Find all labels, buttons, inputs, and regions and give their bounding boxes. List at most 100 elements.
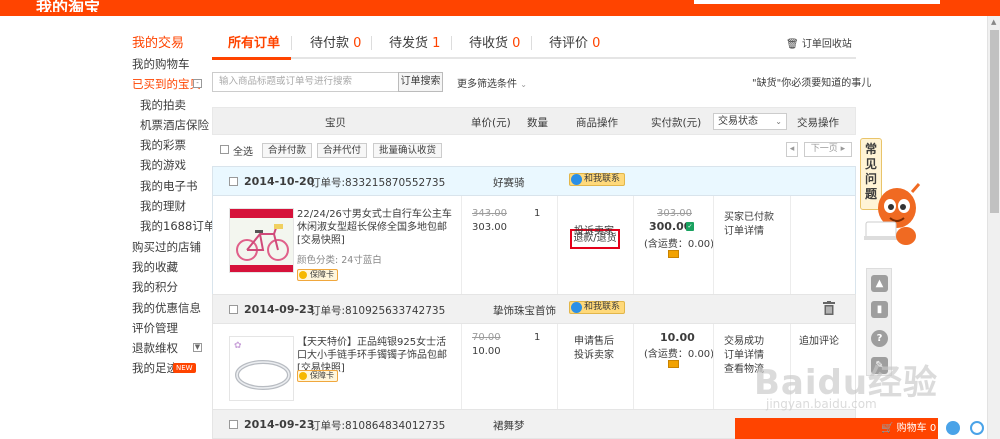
sidebar-item-ebooks[interactable]: 我的电子书 — [132, 176, 212, 196]
sidebar-item-shops[interactable]: 购买过的店铺 — [132, 237, 212, 257]
sidebar-item-travel[interactable]: 机票酒店保险 — [132, 115, 212, 135]
merge-proxy-pay-button[interactable]: 合并代付 — [317, 143, 368, 158]
sidebar-item-label: 我的彩票 — [140, 138, 186, 153]
prev-page-button[interactable]: ◂ — [786, 142, 798, 157]
sidebar-item-cart[interactable]: 我的购物车 — [132, 54, 212, 74]
sidebar-item-label: 我的拍卖 — [140, 97, 186, 112]
sidebar-item-footprints[interactable]: 我的足迹 NEW — [132, 358, 212, 378]
delete-order-icon[interactable] — [823, 301, 835, 315]
shipping-fee: (含运费：0.00) — [644, 349, 715, 360]
order-card: 2014-10-20 订单号:833215870552735 好赛骑 和我联系 … — [212, 166, 856, 296]
chat-assistant-icon[interactable] — [946, 421, 960, 435]
track-shipment-link[interactable]: 查看物流 — [724, 360, 764, 375]
product-thumbnail[interactable] — [229, 208, 294, 273]
order-number-value: 833215870552735 — [345, 177, 446, 189]
merge-pay-button[interactable]: 合并付款 — [262, 143, 313, 158]
shop-name-link[interactable]: 好赛骑 — [493, 175, 525, 190]
after-sale-link[interactable]: 申请售后 — [574, 332, 614, 347]
sidebar-item-label: 我的1688订单 — [140, 219, 216, 234]
active-tab-indicator — [212, 57, 291, 60]
help-icon[interactable]: ? — [871, 330, 888, 347]
shop-name-link[interactable]: 挚饰珠宝首饰 — [493, 303, 556, 318]
settings-icon[interactable] — [970, 421, 984, 435]
tab-pending-receipt[interactable]: 待收货 0 — [469, 32, 520, 51]
recycle-bin-link[interactable]: 🗑 订单回收站 — [786, 35, 852, 50]
guarantee-icon — [299, 271, 307, 279]
complain-seller-link[interactable]: 投诉卖家 — [574, 346, 614, 361]
sidebar-item-1688[interactable]: 我的1688订单 — [132, 216, 216, 236]
cart-bar[interactable]: 🛒 购物车 0 — [735, 418, 938, 439]
contact-seller-button[interactable]: 和我联系 — [569, 301, 626, 314]
order-search-input[interactable]: 输入商品标题或订单号进行搜索 — [212, 72, 400, 92]
top-search-box[interactable] — [694, 0, 940, 4]
shop-name-link[interactable]: 裙舞梦 — [493, 418, 525, 433]
sidebar-item-auction[interactable]: 我的拍卖 — [132, 95, 212, 115]
more-filters-toggle[interactable]: 更多筛选条件 ⌄ — [457, 75, 527, 90]
next-page-button[interactable]: 下一页 ▸ — [804, 142, 852, 157]
order-number: 订单号:810925633742735 — [310, 303, 445, 318]
sidebar-item-label: 我的游戏 — [140, 158, 186, 173]
column-divider — [633, 196, 634, 295]
sidebar-item-label: 我的购物车 — [132, 57, 190, 71]
sidebar-item-finance[interactable]: 我的理财 — [132, 196, 212, 216]
batch-actions: 全选 合并付款 合并代付 批量确认收货 ◂ 下一页 ▸ — [212, 140, 856, 162]
tab-label: 待收货 — [469, 36, 509, 51]
sidebar-item-lottery[interactable]: 我的彩票 — [132, 135, 212, 155]
scrollbar-thumb[interactable] — [990, 30, 999, 213]
add-review-link[interactable]: 追加评论 — [799, 332, 839, 347]
order-status: 交易成功 — [724, 336, 764, 347]
sidebar-item-reviews[interactable]: 评价管理 — [132, 318, 212, 338]
scroll-up-icon[interactable]: ▲ — [991, 18, 996, 26]
col-unit-price: 单价(元) — [471, 117, 511, 129]
order-tabs: 所有订单 待付款 0 待发货 1 待收货 0 待评价 0 🗑 订单回收站 — [212, 26, 856, 59]
collapse-toggle-icon[interactable]: - — [193, 79, 202, 89]
mascot-icon[interactable] — [862, 180, 924, 248]
bracelet-image: ✿ — [230, 337, 293, 400]
order-checkbox[interactable] — [229, 177, 238, 186]
tab-pending-review[interactable]: 待评价 0 — [549, 32, 600, 51]
order-number-value: 810864834012735 — [345, 420, 446, 432]
sidebar-item-label: 我的电子书 — [140, 178, 198, 193]
expand-toggle-icon[interactable]: ▼ — [193, 343, 202, 353]
sidebar-item-points[interactable]: 我的积分 — [132, 277, 212, 297]
sidebar-item-favorites[interactable]: 我的收藏 — [132, 257, 212, 277]
sidebar-item-refunds[interactable]: 退款维权 ▼ — [132, 338, 212, 358]
batch-confirm-button[interactable]: 批量确认收货 — [373, 143, 443, 158]
tab-label: 待付款 — [310, 36, 350, 51]
site-logo[interactable]: 我的淘宝 — [36, 0, 126, 12]
product-title-link[interactable]: 22/24/26寸男女式士自行车公主车休闲淑女型超长保修全国多地包邮 [交易快照… — [297, 208, 455, 247]
report-icon[interactable]: ▮ — [871, 301, 888, 318]
guarantee-card-badge[interactable]: 保障卡 — [297, 269, 338, 281]
select-all-label: 全选 — [233, 147, 253, 158]
mobile-order-icon: ✓ — [686, 222, 694, 231]
select-all-checkbox[interactable] — [220, 145, 229, 154]
sidebar-item-coupons[interactable]: 我的优惠信息 — [132, 298, 212, 318]
paid-original: 303.00 — [657, 208, 692, 219]
page-scrollbar[interactable]: ▲ — [987, 16, 1000, 439]
order-checkbox[interactable] — [229, 305, 238, 314]
tab-all-orders[interactable]: 所有订单 — [228, 32, 280, 51]
order-card: 2014-09-23 订单号:810925633742735 挚饰珠宝首饰 和我… — [212, 294, 856, 424]
order-search-button[interactable]: 订单搜索 — [398, 72, 443, 92]
tab-pending-payment[interactable]: 待付款 0 — [310, 32, 361, 51]
contact-seller-button[interactable]: 和我联系 — [569, 173, 626, 186]
guarantee-card-badge[interactable]: 保障卡 — [297, 370, 338, 382]
sidebar-item-games[interactable]: 我的游戏 — [132, 155, 212, 175]
cart-icon: 🛒 — [881, 423, 894, 434]
sidebar-item-label: 退款维权 — [132, 341, 178, 356]
column-divider — [461, 196, 462, 295]
stockout-notice-link[interactable]: "缺货"你必须要知道的事儿 — [752, 74, 871, 89]
sidebar-item-bought[interactable]: 已买到的宝贝 - — [132, 74, 212, 94]
product-thumbnail[interactable]: ✿ — [229, 336, 294, 401]
complain-seller-link[interactable]: 投诉卖家 — [574, 222, 614, 237]
back-to-top-icon[interactable]: ▲ — [871, 275, 888, 292]
unit-price: 10.00 — [472, 346, 501, 357]
order-detail-link[interactable]: 订单详情 — [724, 222, 764, 237]
status-filter-select[interactable]: 交易状态 ⌄ — [713, 113, 787, 130]
order-checkbox[interactable] — [229, 420, 238, 429]
order-detail-link[interactable]: 订单详情 — [724, 346, 764, 361]
edit-icon[interactable]: ✎ — [871, 357, 888, 374]
order-status: 买家已付款 — [724, 212, 774, 223]
tab-pending-shipment[interactable]: 待发货 1 — [389, 32, 440, 51]
sidebar-item-label: 我的理财 — [140, 199, 186, 214]
